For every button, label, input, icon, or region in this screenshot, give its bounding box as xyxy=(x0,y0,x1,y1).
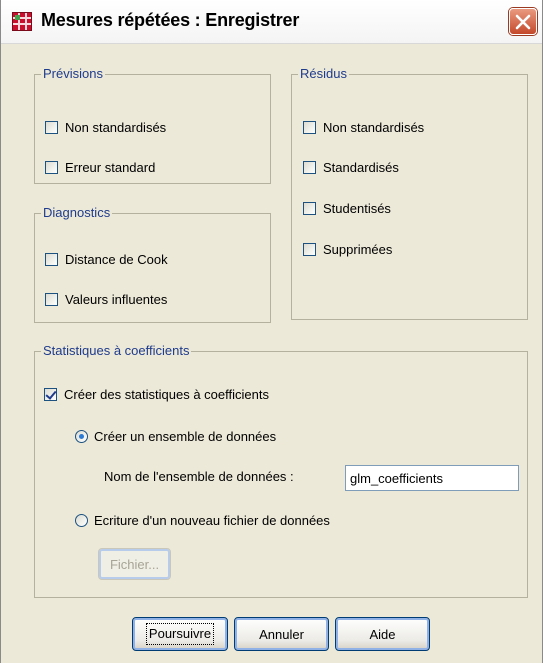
poursuivre-button[interactable]: Poursuivre xyxy=(132,617,228,651)
previsions-non-standardises-label: Non standardisés xyxy=(65,119,167,135)
standardises-checkbox[interactable] xyxy=(303,160,316,174)
studentises-option[interactable]: Studentisés xyxy=(303,198,391,218)
valeurs-influentes-checkbox[interactable] xyxy=(45,292,58,306)
standardises-option[interactable]: Standardisés xyxy=(303,157,399,177)
coefficients-group: Statistiques à coefficients Créer des st… xyxy=(34,343,528,598)
previsions-group: Prévisions Non standardisés Erreur stand… xyxy=(34,66,271,184)
close-icon xyxy=(515,14,531,29)
supprimees-checkbox[interactable] xyxy=(303,242,316,256)
dataset-name-input[interactable] xyxy=(345,465,519,491)
dialog-window: Mesures répétées : Enregistrer Prévision… xyxy=(0,0,543,663)
diagnostics-legend: Diagnostics xyxy=(41,205,113,221)
supprimees-option[interactable]: Supprimées xyxy=(303,239,392,259)
previsions-legend: Prévisions xyxy=(41,66,105,82)
residus-non-standardises-checkbox[interactable] xyxy=(303,120,316,134)
residus-group: Résidus Non standardisés Standardisés St… xyxy=(291,66,528,320)
previsions-non-standardises-option[interactable]: Non standardisés xyxy=(45,117,166,137)
creer-statistiques-option[interactable]: Créer des statistiques à coefficients xyxy=(44,384,269,404)
residus-non-standardises-option[interactable]: Non standardisés xyxy=(303,117,424,137)
distance-de-cook-label: Distance de Cook xyxy=(65,251,168,267)
distance-de-cook-option[interactable]: Distance de Cook xyxy=(45,249,168,269)
studentises-checkbox[interactable] xyxy=(303,201,316,215)
standardises-label: Standardisés xyxy=(323,159,399,175)
aide-button[interactable]: Aide xyxy=(335,617,430,651)
residus-legend: Résidus xyxy=(298,66,349,82)
erreur-standard-checkbox[interactable] xyxy=(45,160,58,174)
poursuivre-label: Poursuivre xyxy=(145,623,215,645)
distance-de-cook-checkbox[interactable] xyxy=(45,252,58,266)
residus-non-standardises-label: Non standardisés xyxy=(323,119,425,135)
window-title: Mesures répétées : Enregistrer xyxy=(41,10,300,30)
creer-ensemble-radio[interactable] xyxy=(75,429,88,443)
supprimees-label: Supprimées xyxy=(323,241,393,257)
ecriture-fichier-radio[interactable] xyxy=(75,513,88,527)
creer-ensemble-option[interactable]: Créer un ensemble de données xyxy=(75,426,276,446)
erreur-standard-option[interactable]: Erreur standard xyxy=(45,157,155,177)
annuler-button[interactable]: Annuler xyxy=(234,617,329,651)
valeurs-influentes-option[interactable]: Valeurs influentes xyxy=(45,289,167,309)
erreur-standard-label: Erreur standard xyxy=(65,159,156,175)
ecriture-fichier-label: Ecriture d'un nouveau fichier de données xyxy=(94,512,330,528)
ecriture-fichier-option[interactable]: Ecriture d'un nouveau fichier de données xyxy=(75,510,330,530)
diagnostics-group: Diagnostics Distance de Cook Valeurs inf… xyxy=(34,205,271,323)
dataset-name-label: Nom de l'ensemble de données : xyxy=(104,469,294,484)
spss-app-icon xyxy=(12,12,32,31)
creer-statistiques-label: Créer des statistiques à coefficients xyxy=(64,386,269,402)
previsions-non-standardises-checkbox[interactable] xyxy=(45,120,58,134)
title-bar[interactable]: Mesures répétées : Enregistrer xyxy=(1,0,542,44)
valeurs-influentes-label: Valeurs influentes xyxy=(65,291,168,307)
coefficients-legend: Statistiques à coefficients xyxy=(41,343,192,359)
close-button[interactable] xyxy=(509,8,537,35)
studentises-label: Studentisés xyxy=(323,200,391,216)
fichier-button[interactable]: Fichier... xyxy=(98,548,171,580)
creer-ensemble-label: Créer un ensemble de données xyxy=(94,428,277,444)
creer-statistiques-checkbox[interactable] xyxy=(44,387,57,401)
